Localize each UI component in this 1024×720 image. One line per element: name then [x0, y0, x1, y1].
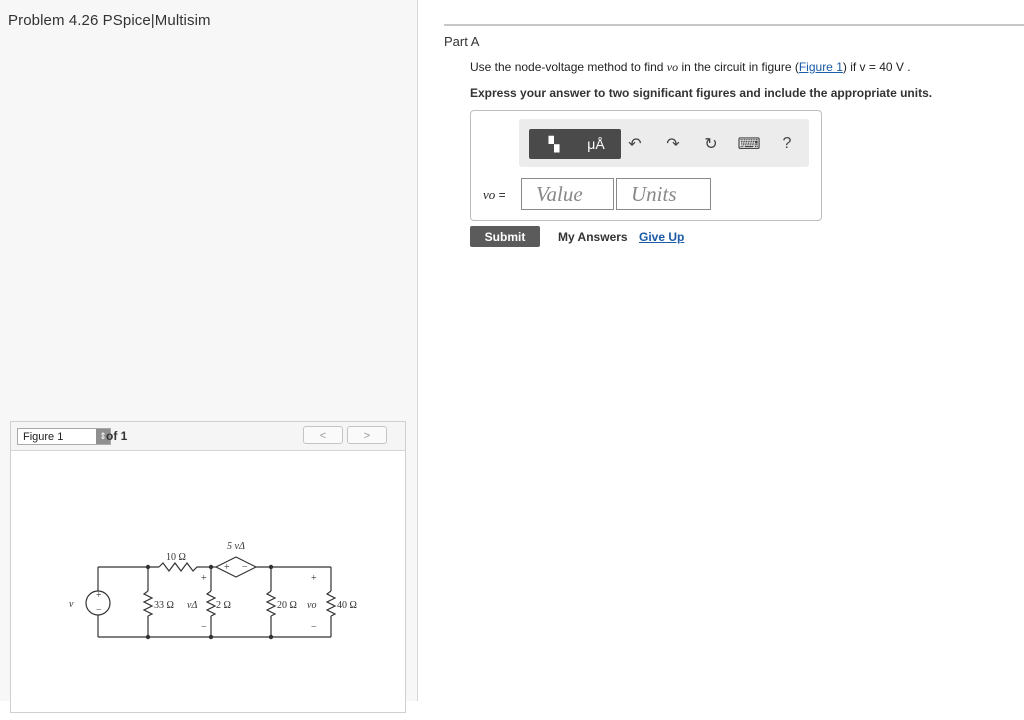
v-delta-label: vΔ — [187, 600, 197, 611]
prev-figure-button[interactable]: < — [303, 426, 343, 444]
part-title: Part A — [444, 34, 480, 49]
resistor-10-label: 10 Ω — [166, 552, 186, 563]
figure-select-value: Figure 1 — [23, 431, 64, 443]
source-plus-sign: + — [96, 590, 102, 601]
units-button[interactable]: μÅ — [571, 129, 621, 159]
resistor-20-label: 20 Ω — [277, 600, 297, 611]
circuit-diagram: + − v 10 Ω 33 Ω 2 Ω 20 Ω 40 Ω 5 vΔ + − v… — [69, 541, 357, 640]
reset-icon[interactable]: ↻ — [698, 133, 724, 155]
figure-select[interactable]: Figure 1 ⇕ — [17, 428, 111, 445]
next-figure-button[interactable]: > — [347, 426, 387, 444]
question-variable: vo — [666, 60, 679, 74]
v-delta-plus: + — [201, 573, 207, 584]
question-text: Use the node-voltage method to find vo i… — [470, 60, 911, 74]
units-input[interactable] — [616, 178, 711, 210]
undo-icon[interactable]: ↶ — [622, 133, 648, 155]
dependent-minus-sign: − — [242, 562, 248, 573]
submit-button[interactable]: Submit — [470, 226, 540, 247]
left-panel: Problem 4.26 PSpice|Multisim Figure 1 ⇕ … — [0, 0, 418, 713]
math-toolbar: ▚ μÅ ↶ ↷ ↻ ⌨ ? — [519, 119, 809, 167]
v-o-minus: − — [311, 622, 317, 633]
dependent-source-label: 5 vΔ — [227, 541, 245, 552]
answer-label: vo = — [483, 187, 506, 202]
resistor-40-label: 40 Ω — [337, 600, 357, 611]
answer-box: ▚ μÅ ↶ ↷ ↻ ⌨ ? vo = — [470, 110, 822, 221]
problem-title: Problem 4.26 PSpice|Multisim — [8, 12, 211, 29]
source-minus-sign: − — [96, 605, 102, 616]
source-voltage-label: v — [69, 599, 74, 610]
keyboard-icon[interactable]: ⌨ — [736, 133, 762, 155]
figure-panel: Figure 1 ⇕ of 1 < > + − v 10 Ω 33 Ω 2 Ω … — [10, 421, 406, 713]
figure-link[interactable]: Figure 1 — [799, 60, 843, 74]
dependent-plus-sign: + — [224, 562, 230, 573]
my-answers-link[interactable]: My Answers — [558, 230, 628, 244]
instructions-text: Express your answer to two significant f… — [470, 86, 933, 100]
value-input[interactable] — [521, 178, 614, 210]
resistor-33-label: 33 Ω — [154, 600, 174, 611]
redo-icon[interactable]: ↷ — [660, 133, 686, 155]
figure-count: of 1 — [106, 429, 128, 443]
right-panel: Part A Use the node-voltage method to fi… — [418, 0, 1024, 701]
help-icon[interactable]: ? — [774, 133, 800, 155]
template-icon: ▚ — [548, 135, 560, 152]
v-o-plus: + — [311, 573, 317, 584]
figure-toolbar: Figure 1 ⇕ of 1 < > — [11, 422, 405, 451]
v-delta-minus: − — [201, 622, 207, 633]
v-o-label: vo — [307, 600, 316, 611]
resistor-2-label: 2 Ω — [216, 600, 231, 611]
give-up-link[interactable]: Give Up — [639, 230, 684, 244]
divider — [444, 24, 1024, 26]
units-icon: μÅ — [587, 136, 605, 152]
